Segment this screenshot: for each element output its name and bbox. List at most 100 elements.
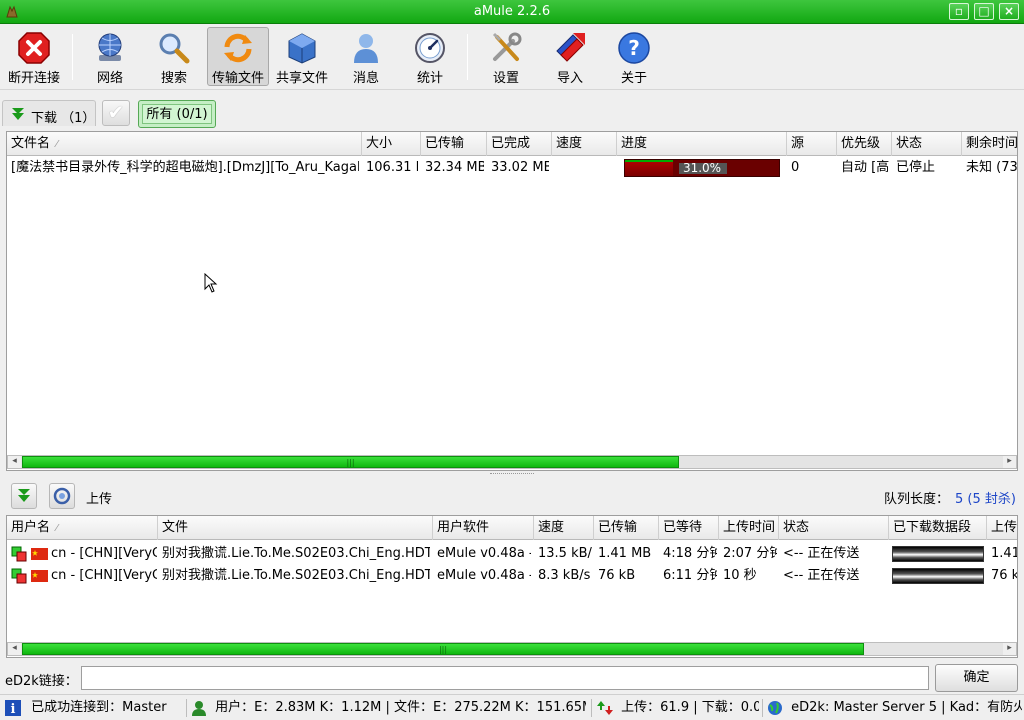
download-remaining: 未知 (73. [966, 160, 1018, 175]
toggle-upload-view-button[interactable] [49, 483, 75, 509]
import-button[interactable]: 导入 [539, 27, 601, 86]
col-completed[interactable]: 已完成 [487, 132, 552, 156]
messages-button[interactable]: 消息 [335, 27, 397, 86]
scroll-right-icon[interactable]: ▸ [1003, 643, 1016, 655]
upload-horizontal-scrollbar[interactable]: ◂ ||| ▸ [7, 642, 1017, 656]
col-size[interactable]: 大小 [362, 132, 421, 156]
col-status[interactable]: 状态 [892, 132, 962, 156]
messages-icon [354, 34, 378, 63]
col-username[interactable]: 用户名 ⁄ [7, 516, 158, 540]
settings-button[interactable]: 设置 [475, 27, 537, 86]
download-completed: 33.02 MB [491, 160, 549, 175]
shared-files-icon [288, 33, 316, 64]
transfer-icon [224, 33, 252, 63]
shared-files-label: 共享文件 [275, 71, 328, 86]
col-priority[interactable]: 优先级 [837, 132, 892, 156]
disconnect-icon [18, 32, 50, 64]
info-icon: i [5, 699, 21, 716]
transfer-button[interactable]: 传输文件 [207, 27, 269, 86]
upload-uploaded: 1.41 [991, 546, 1018, 561]
upload-file: 别对我撒谎.Lie.To.Me.S02E03.Chi_Eng.HDTVr [162, 546, 430, 561]
col-filename[interactable]: 文件名 ⁄ [7, 132, 362, 156]
disconnect-button[interactable]: 断开连接 [3, 27, 65, 86]
col-speed[interactable]: 速度 [552, 132, 617, 156]
col-uploaded[interactable]: 上传 [987, 516, 1017, 540]
ed2k-label: eD2k链接： [5, 674, 78, 689]
mouse-cursor-icon [204, 273, 218, 293]
about-button[interactable]: ? 关于 [603, 27, 665, 86]
network-button[interactable]: 网络 [79, 27, 141, 86]
scroll-left-icon[interactable]: ◂ [8, 456, 21, 468]
col-transferred[interactable]: 已传输 [421, 132, 487, 156]
double-arrow-down-icon [18, 489, 30, 502]
download-size: 106.31 M [366, 160, 418, 175]
upload-file: 别对我撒谎.Lie.To.Me.S02E03.Chi_Eng.HDTVr [162, 568, 430, 583]
close-button[interactable]: × [999, 3, 1019, 20]
shared-files-button[interactable]: 共享文件 [271, 27, 333, 86]
scroll-thumb[interactable]: ||| [22, 456, 679, 468]
splitter-handle[interactable] [490, 473, 534, 476]
upload-waited: 6:11 分钟 [663, 568, 717, 583]
search-button[interactable]: 搜索 [143, 27, 205, 86]
col-upload-transferred[interactable]: 已传输 [594, 516, 659, 540]
server-globe-icon [768, 700, 782, 715]
upload-waited: 4:18 分钟 [663, 546, 717, 561]
filter-all-label: 所有 (0/1) [142, 104, 212, 124]
upload-row[interactable]: cn - [CHN][VeryCD 别对我撒谎.Lie.To.Me.S02E03… [7, 543, 1017, 565]
col-downloaded-parts[interactable]: 已下载数据段 [889, 516, 987, 540]
transfer-rate-icon [597, 700, 613, 715]
ok-button[interactable]: 确定 [935, 664, 1018, 692]
scroll-left-icon[interactable]: ◂ [8, 643, 21, 655]
download-row[interactable]: [魔法禁书目录外传_科学的超电磁炮].[DmzJ][To_Aru_Kagaku … [7, 157, 1017, 179]
download-transferred: 32.34 MB [425, 160, 484, 175]
title-bar: aMule 2.2.6 ▫ □ × [0, 0, 1024, 24]
minimize-button[interactable]: ▫ [949, 3, 969, 20]
china-flag-icon [31, 548, 48, 560]
scroll-right-icon[interactable]: ▸ [1003, 456, 1016, 468]
about-label: 关于 [620, 71, 647, 86]
svg-text:i: i [11, 702, 16, 716]
upload-speed: 8.3 kB/s [538, 568, 591, 583]
upload-row[interactable]: cn - [CHN][VeryCD 别对我撒谎.Lie.To.Me.S02E03… [7, 565, 1017, 587]
col-progress[interactable]: 进度 [617, 132, 787, 156]
import-icon [556, 33, 585, 62]
upload-time: 10 秒 [723, 568, 757, 583]
download-priority: 自动 [高 [841, 160, 889, 175]
client-emule-icon [11, 546, 27, 562]
col-file[interactable]: 文件 [158, 516, 433, 540]
upload-username: cn - [CHN][VeryCD [51, 546, 157, 561]
client-emule-icon [11, 568, 27, 584]
queue-length-value: 5 (5 封杀) [955, 492, 1016, 507]
users-icon [192, 700, 206, 716]
settings-icon [492, 32, 522, 61]
toggle-downloads-button[interactable] [11, 483, 37, 509]
scroll-thumb[interactable]: ||| [22, 643, 864, 655]
ed2k-link-input[interactable] [81, 666, 929, 690]
col-upload-speed[interactable]: 速度 [534, 516, 594, 540]
download-status: 已停止 [896, 160, 936, 175]
completed-filter-button[interactable]: ✔ [102, 100, 130, 126]
download-progress-bar: 31.0% [624, 159, 780, 177]
network-icon [98, 33, 122, 61]
col-waited[interactable]: 已等待 [659, 516, 719, 540]
import-label: 导入 [556, 71, 583, 86]
col-remaining[interactable]: 剩余时间 [962, 132, 1017, 156]
col-client[interactable]: 用户软件 [433, 516, 534, 540]
col-upload-time[interactable]: 上传时间 [719, 516, 779, 540]
refresh-icon [53, 487, 71, 505]
filter-all-tab[interactable]: 所有 (0/1) [138, 100, 216, 128]
col-sources[interactable]: 源 [787, 132, 837, 156]
download-horizontal-scrollbar[interactable]: ◂ ||| ▸ [7, 455, 1017, 469]
maximize-button[interactable]: □ [974, 3, 994, 20]
download-list: 文件名 ⁄ 大小 已传输 已完成 速度 进度 源 优先级 状态 剩余时间 [魔法禁… [6, 131, 1018, 471]
upload-list-header: 用户名 ⁄ 文件 用户软件 速度 已传输 已等待 上传时间 状态 已下载数据段 上… [7, 516, 1017, 540]
china-flag-icon [31, 570, 48, 582]
col-upload-status[interactable]: 状态 [779, 516, 889, 540]
downloads-tab[interactable]: 下载 （1） [2, 100, 96, 126]
downloaded-parts-bar [892, 546, 984, 562]
toolbar: 断开连接 网络 搜索 传输文件 共享文件 消息 统计 设置 导入 ? 关于 [0, 24, 1024, 90]
search-icon [159, 33, 190, 64]
upload-uploaded: 76 k [991, 568, 1018, 583]
statistics-button[interactable]: 统计 [399, 27, 461, 86]
download-filename: [魔法禁书目录外传_科学的超电磁炮].[DmzJ][To_Aru_Kagaku [11, 160, 359, 175]
